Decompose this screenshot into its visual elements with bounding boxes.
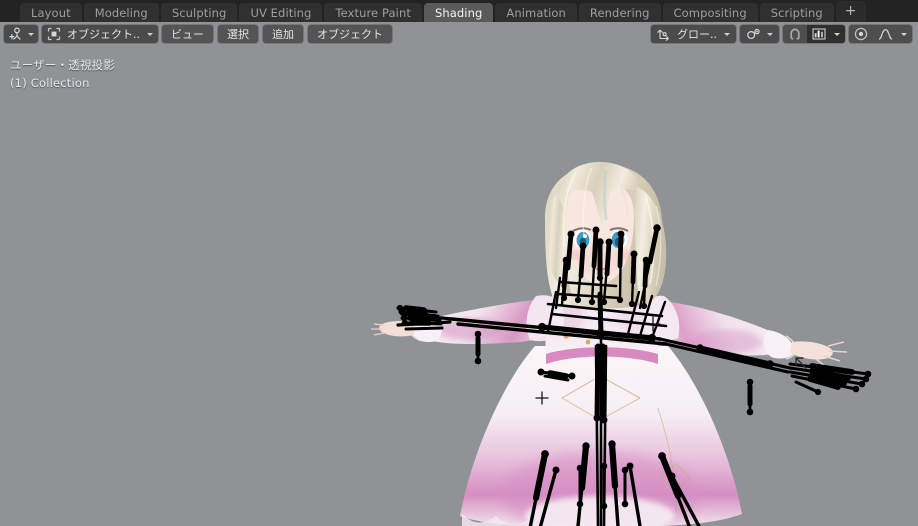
blender-menu-icon[interactable] [0, 0, 20, 22]
chevron-down-icon [147, 32, 153, 36]
falloff-curve-icon [878, 28, 893, 40]
header-menu-0[interactable]: ビュー [162, 25, 213, 43]
workspace-tab-animation[interactable]: Animation [495, 3, 577, 22]
topbar: Layout Modeling Sculpting UV Editing Texture… [0, 0, 918, 22]
proportional-dot-icon [854, 27, 868, 41]
chevron-down-icon [724, 32, 730, 36]
snap-target-dropdown[interactable] [807, 25, 845, 43]
interaction-mode-selector[interactable]: オブジェクト.. [42, 25, 158, 43]
workspace-tab-uv-editing[interactable]: UV Editing [239, 3, 323, 22]
armature-overlay [396, 224, 872, 526]
proportional-editing-toggle[interactable] [849, 25, 873, 43]
editor-type-selector[interactable] [4, 25, 38, 43]
workspace-tab-layout[interactable]: Layout [20, 3, 82, 22]
add-workspace-button[interactable]: + [835, 1, 866, 22]
snap-increment-icon [812, 28, 826, 40]
workspace-tab-rendering[interactable]: Rendering [578, 3, 661, 22]
workspace-tab-compositing[interactable]: Compositing [662, 3, 758, 22]
proportional-editing-group [849, 25, 912, 43]
object-mode-icon [47, 27, 61, 41]
workspace-tab-scripting[interactable]: Scripting [759, 3, 834, 22]
3d-viewport[interactable]: ユーザー・透視投影 (1) Collection [0, 46, 918, 526]
proportional-falloff-dropdown[interactable] [873, 25, 912, 43]
workspace-tab-shading[interactable]: Shading [423, 3, 494, 22]
transform-orientation-selector[interactable]: グロー.. [651, 25, 736, 43]
viewport-scene [0, 46, 918, 526]
workspace-tab-texture-paint[interactable]: Texture Paint [324, 3, 422, 22]
header-menu-3[interactable]: オブジェクト [308, 25, 392, 43]
interaction-mode-label: オブジェクト.. [67, 28, 140, 41]
viewport-header: オブジェクト.. ビュー 選択 追加 オブジェクト グロー.. [0, 22, 918, 46]
chevron-down-icon [767, 32, 773, 36]
snapping-group [783, 25, 845, 43]
header-menu-1[interactable]: 選択 [218, 25, 258, 43]
transform-orientation-label: グロー.. [677, 28, 717, 41]
chevron-down-icon [834, 32, 840, 36]
chevron-down-icon [901, 32, 907, 36]
snap-toggle-button[interactable] [783, 25, 807, 43]
orientation-icon [657, 27, 671, 41]
editor-type-icon [8, 27, 23, 41]
pivot-point-selector[interactable] [740, 25, 779, 43]
header-menu-group: ビュー 選択 追加 オブジェクト [162, 25, 396, 43]
pivot-icon [746, 27, 762, 41]
workspace-tab-modeling[interactable]: Modeling [83, 3, 159, 22]
workspace-tab-sculpting[interactable]: Sculpting [160, 3, 238, 22]
blender-window: Layout Modeling Sculpting UV Editing Texture… [0, 0, 918, 526]
chevron-down-icon [28, 32, 34, 36]
header-menu-2[interactable]: 追加 [263, 25, 303, 43]
workspace-tabs: Layout Modeling Sculpting UV Editing Texture… [20, 1, 868, 22]
magnet-icon [788, 27, 802, 41]
